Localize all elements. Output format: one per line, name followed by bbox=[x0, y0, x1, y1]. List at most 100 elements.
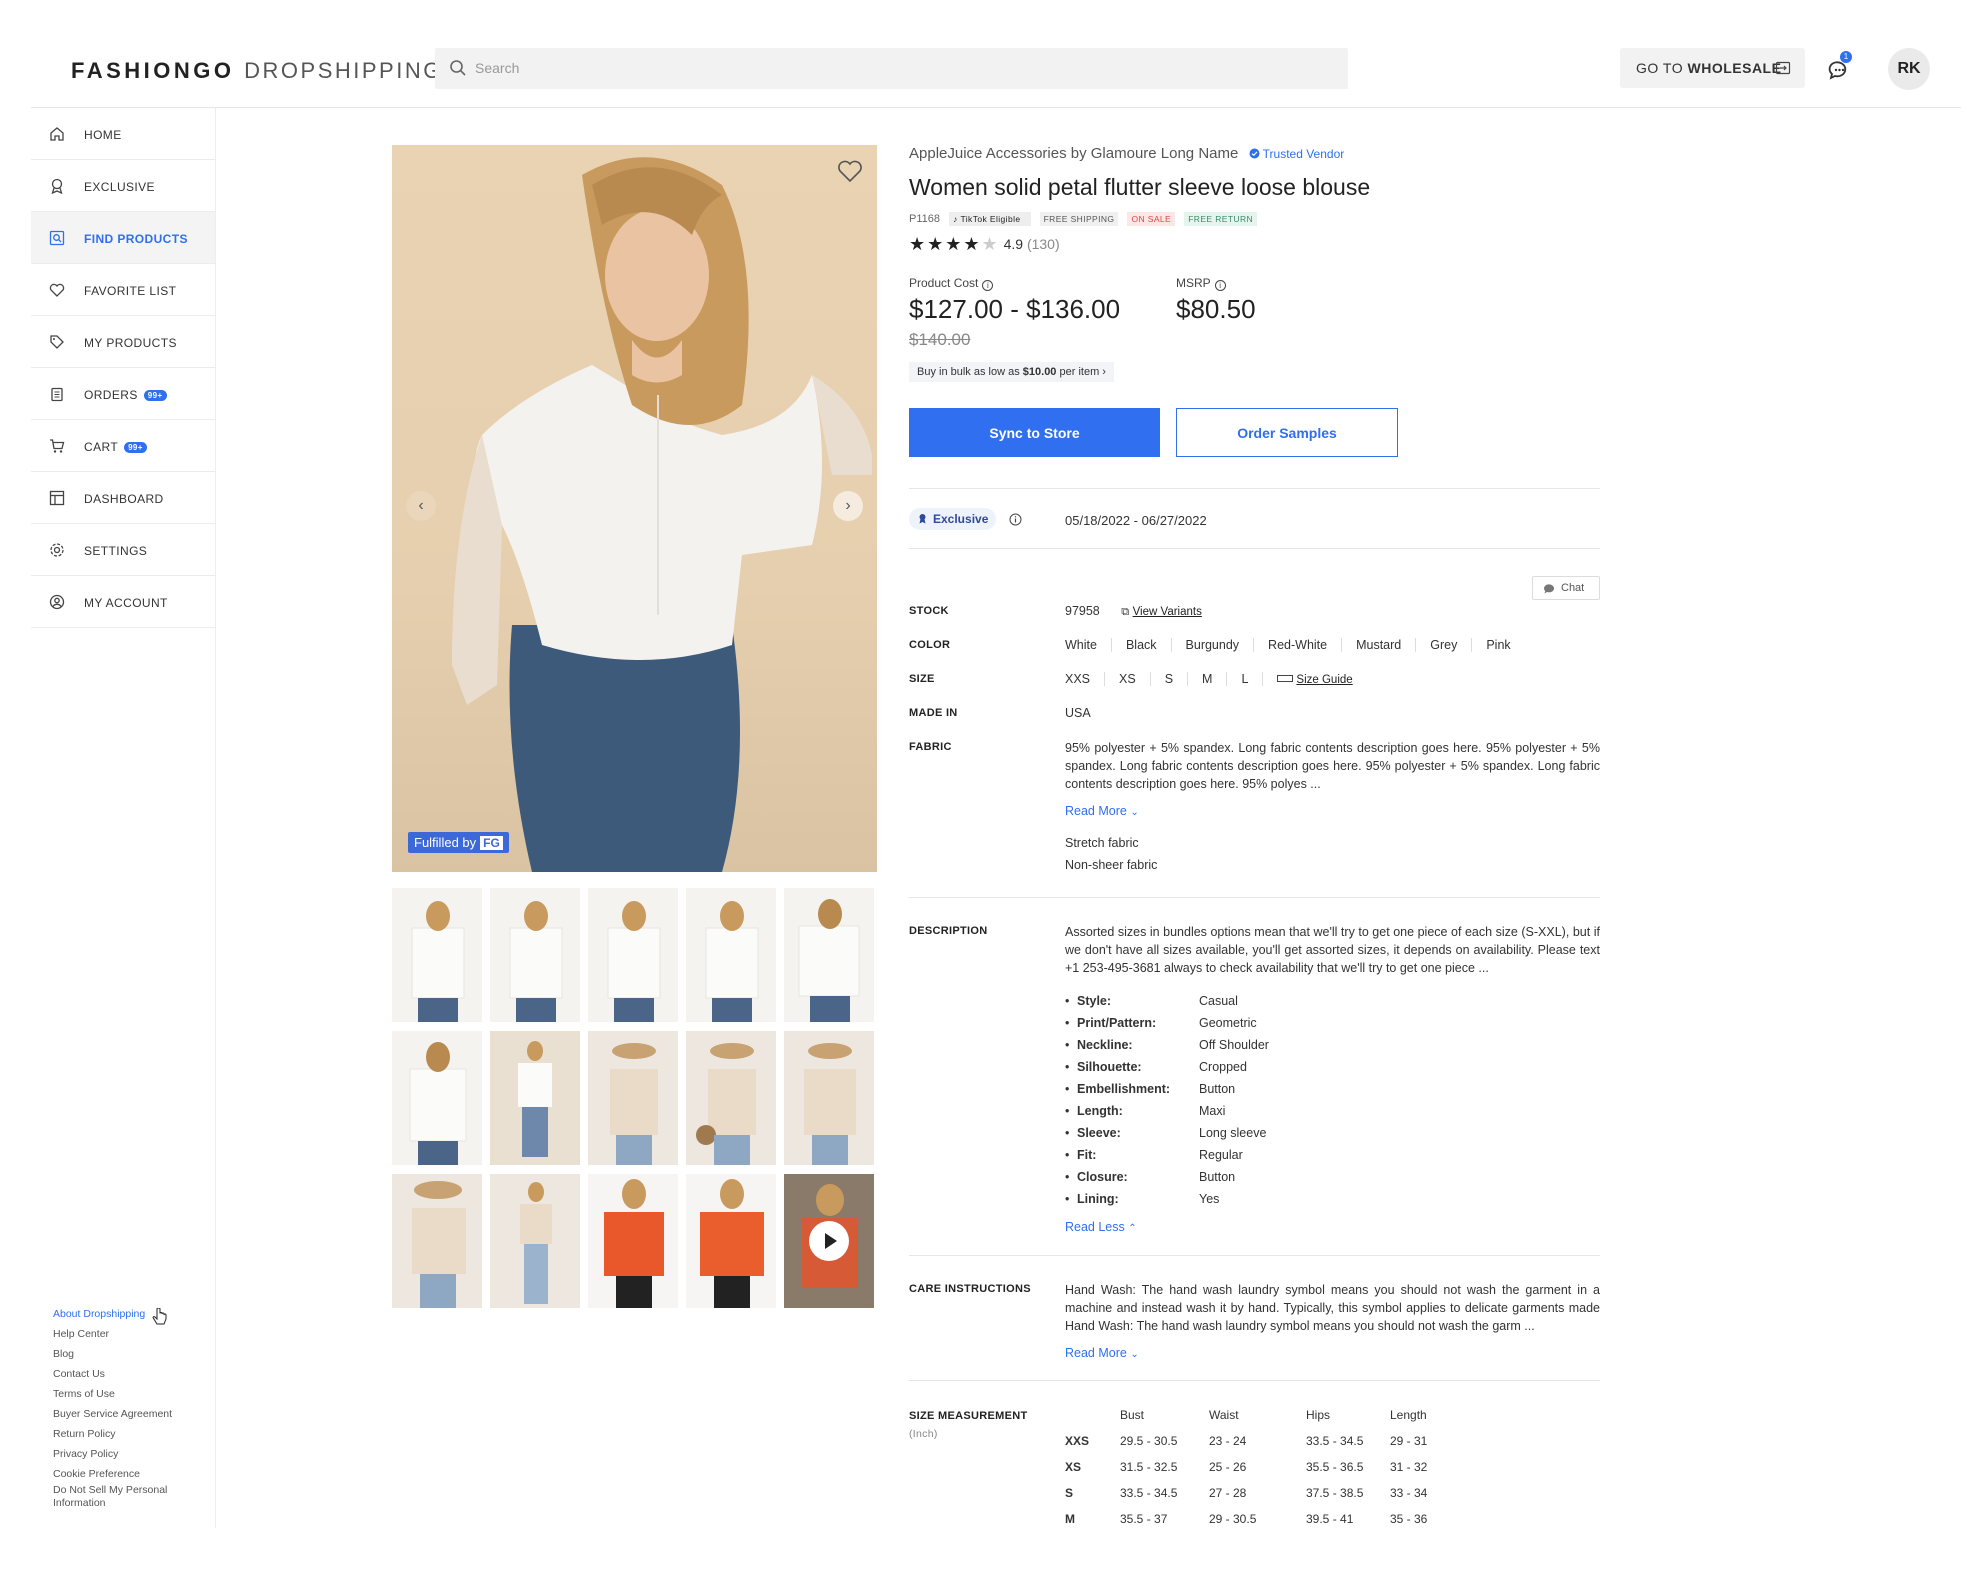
color-option[interactable]: Burgundy bbox=[1172, 638, 1255, 652]
footer-link[interactable]: Buyer Service Agreement bbox=[53, 1404, 183, 1424]
sidebar-item-label: DASHBOARD bbox=[84, 492, 164, 506]
read-more-link[interactable]: Read More ⌄ bbox=[1065, 804, 1139, 818]
list-item: Print/Pattern: Geometric bbox=[1065, 1016, 1600, 1038]
thumbnail[interactable] bbox=[490, 888, 580, 1022]
product-cost: $127.00 - $136.00 bbox=[909, 294, 1121, 324]
read-more-link[interactable]: Read More ⌄ bbox=[1065, 1346, 1139, 1360]
sidebar-item-settings[interactable]: SETTINGS bbox=[31, 524, 215, 576]
heart-icon bbox=[49, 283, 65, 297]
thumbnail[interactable] bbox=[686, 888, 776, 1022]
messages-button[interactable]: 1 bbox=[1826, 51, 1852, 83]
column-header: Bust bbox=[1120, 1408, 1145, 1422]
prev-image-button[interactable]: ‹ bbox=[406, 491, 436, 521]
vendor-name[interactable]: AppleJuice Accessories by Glamoure Long … bbox=[909, 145, 1238, 162]
sidebar-item-favorite-list[interactable]: FAVORITE LIST bbox=[31, 264, 215, 316]
table-cell: 37.5 - 38.5 bbox=[1306, 1486, 1364, 1500]
attribute-value: Long sleeve bbox=[1199, 1126, 1267, 1140]
product-main-image[interactable]: ‹ › Fulfilled by FG bbox=[392, 145, 877, 872]
thumbnail-photo bbox=[610, 1043, 658, 1165]
thumbnail[interactable] bbox=[588, 1174, 678, 1308]
thumbnail[interactable] bbox=[392, 1031, 482, 1165]
search-input[interactable]: Search bbox=[435, 48, 1348, 89]
thumbnail[interactable] bbox=[784, 1031, 874, 1165]
play-button[interactable] bbox=[809, 1221, 849, 1261]
list-item: Embellishment: Button bbox=[1065, 1082, 1600, 1104]
clipboard-icon bbox=[51, 387, 63, 402]
thumbnail[interactable] bbox=[392, 1174, 482, 1308]
footer-link[interactable]: Cookie Preference bbox=[53, 1464, 183, 1484]
footer-link[interactable]: Do Not Sell My Personal Information bbox=[53, 1484, 183, 1510]
footer-link[interactable]: Return Policy bbox=[53, 1424, 183, 1444]
msrp-label: MSRP i bbox=[1176, 276, 1226, 291]
sidebar-item-exclusive[interactable]: EXCLUSIVE bbox=[31, 160, 215, 212]
favorite-heart-icon[interactable] bbox=[837, 159, 863, 183]
footer-link[interactable]: Contact Us bbox=[53, 1364, 183, 1384]
cart-badge: 99+ bbox=[124, 442, 147, 454]
free-return-tag: FREE RETURN bbox=[1184, 212, 1258, 226]
thumbnail-photo bbox=[798, 899, 860, 1022]
verified-icon bbox=[1249, 148, 1260, 159]
sidebar-item-cart[interactable]: CART 99+ bbox=[31, 420, 215, 472]
sidebar-item-home[interactable]: HOME bbox=[31, 108, 215, 160]
care-instructions-label: CARE INSTRUCTIONS bbox=[909, 1283, 1031, 1295]
sidebar-item-orders[interactable]: ORDERS 99+ bbox=[31, 368, 215, 420]
next-image-button[interactable]: › bbox=[833, 491, 863, 521]
info-icon[interactable] bbox=[1009, 513, 1022, 526]
thumbnail[interactable] bbox=[392, 888, 482, 1022]
search-product-icon bbox=[49, 230, 65, 246]
list-item: Lining: Yes bbox=[1065, 1192, 1600, 1214]
go-to-wholesale-button[interactable]: GO TO WHOLESALE bbox=[1620, 48, 1805, 88]
video-thumbnail[interactable] bbox=[784, 1174, 874, 1308]
thumbnail[interactable] bbox=[490, 1174, 580, 1308]
color-option[interactable]: Mustard bbox=[1342, 638, 1417, 652]
thumbnail[interactable] bbox=[686, 1031, 776, 1165]
info-icon[interactable]: i bbox=[1214, 280, 1226, 291]
avatar[interactable]: RK bbox=[1888, 48, 1930, 90]
product-sku: P1168 bbox=[909, 213, 940, 225]
color-option[interactable]: Black bbox=[1112, 638, 1172, 652]
read-less-link[interactable]: Read Less ⌃ bbox=[1065, 1220, 1137, 1234]
color-option[interactable]: Pink bbox=[1472, 638, 1524, 652]
size-option[interactable]: XXS bbox=[1065, 672, 1106, 686]
sidebar-item-my-account[interactable]: MY ACCOUNT bbox=[31, 576, 215, 628]
chat-button[interactable]: Chat bbox=[1532, 576, 1600, 600]
sidebar-item-find-products[interactable]: FIND PRODUCTS bbox=[31, 212, 215, 264]
bulk-price-link[interactable]: Buy in bulk as low as $10.00 per item › bbox=[909, 362, 1114, 382]
thumbnail[interactable] bbox=[490, 1031, 580, 1165]
table-cell: XXS bbox=[1065, 1434, 1090, 1448]
size-option[interactable]: L bbox=[1227, 672, 1264, 686]
sidebar-item-dashboard[interactable]: DASHBOARD bbox=[31, 472, 215, 524]
sidebar-item-label: EXCLUSIVE bbox=[84, 180, 155, 194]
thumbnail[interactable] bbox=[686, 1174, 776, 1308]
size-option[interactable]: M bbox=[1188, 672, 1228, 686]
column-header: Length bbox=[1390, 1408, 1427, 1422]
color-option[interactable]: White bbox=[1065, 638, 1112, 652]
size-option[interactable]: S bbox=[1151, 672, 1189, 686]
stock-value: 97958 bbox=[1065, 604, 1100, 618]
sidebar-item-my-products[interactable]: MY PRODUCTS bbox=[31, 316, 215, 368]
attribute-value: Off Shoulder bbox=[1199, 1038, 1269, 1052]
sync-to-store-button[interactable]: Sync to Store bbox=[909, 408, 1160, 457]
logo[interactable]: FASHIONGO DROPSHIPPING bbox=[71, 58, 443, 84]
order-samples-button[interactable]: Order Samples bbox=[1176, 408, 1398, 457]
variants-icon: ⧉ bbox=[1121, 606, 1130, 618]
thumbnail[interactable] bbox=[784, 888, 874, 1022]
list-item: Length: Maxi bbox=[1065, 1104, 1600, 1126]
size-option[interactable]: XS bbox=[1105, 672, 1151, 686]
info-icon[interactable]: i bbox=[982, 280, 994, 291]
on-sale-tag: ON SALE bbox=[1127, 212, 1176, 226]
thumbnail-photo bbox=[804, 1043, 856, 1165]
footer-link[interactable]: Terms of Use bbox=[53, 1384, 183, 1404]
color-option[interactable]: Red-White bbox=[1254, 638, 1343, 652]
color-option[interactable]: Grey bbox=[1416, 638, 1473, 652]
view-variants-link[interactable]: ⧉ View Variants bbox=[1121, 604, 1202, 618]
orders-badge: 99+ bbox=[143, 390, 167, 402]
table-cell: 35.5 - 37 bbox=[1120, 1512, 1168, 1526]
footer-link[interactable]: Blog bbox=[53, 1344, 183, 1364]
product-rating[interactable]: ★★★★★ 4.9 (130) bbox=[909, 234, 1060, 255]
thumbnail[interactable] bbox=[588, 1031, 678, 1165]
size-guide-link[interactable]: Size Guide bbox=[1263, 672, 1366, 686]
thumbnail[interactable] bbox=[588, 888, 678, 1022]
attribute-value: Cropped bbox=[1199, 1060, 1247, 1074]
footer-link[interactable]: Privacy Policy bbox=[53, 1444, 183, 1464]
